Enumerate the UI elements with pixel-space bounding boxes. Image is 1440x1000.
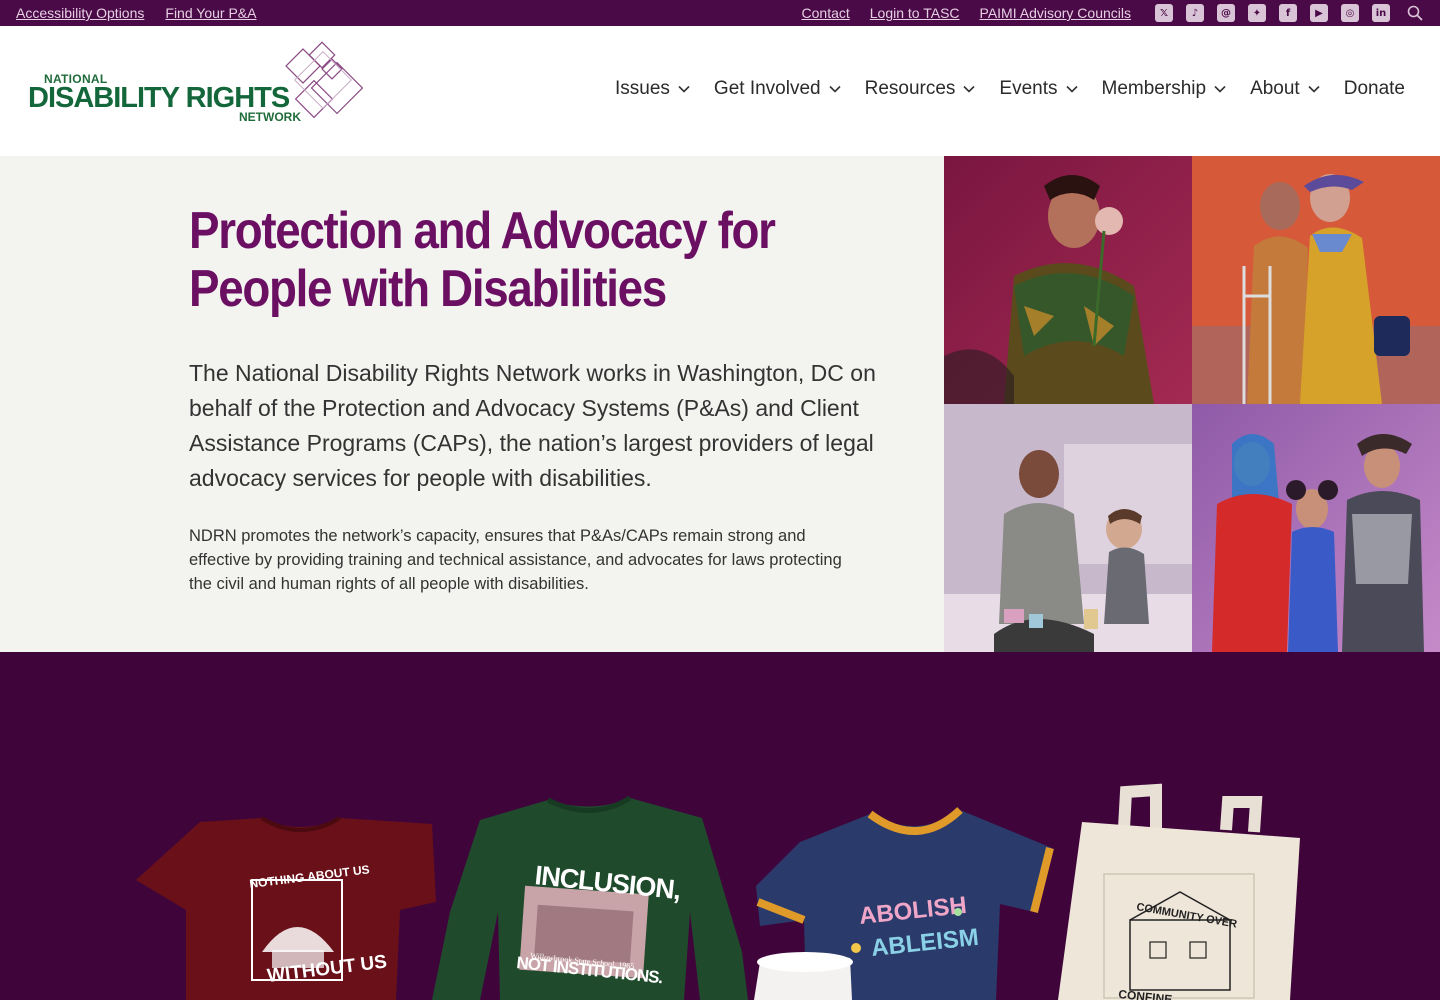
merch-tote-bag[interactable]: COMMUNITY OVER CONFINE: [1058, 783, 1300, 1000]
linkedin-icon[interactable]: in: [1372, 4, 1390, 22]
search-icon[interactable]: [1406, 4, 1424, 22]
paimi-councils-link[interactable]: PAIMI Advisory Councils: [980, 5, 1131, 21]
nav-donate[interactable]: Donate: [1344, 78, 1405, 100]
bluesky-icon[interactable]: ✦: [1248, 4, 1266, 22]
youtube-icon[interactable]: ▶: [1310, 4, 1328, 22]
hero-section: Protection and Advocacy for People with …: [0, 156, 1440, 652]
nav-get-involved[interactable]: Get Involved: [714, 78, 841, 100]
main-nav: Issues Get Involved Resources Events Mem…: [591, 78, 1405, 100]
nav-resources[interactable]: Resources: [865, 78, 976, 100]
chevron-down-icon: [829, 85, 841, 93]
nav-resources-label: Resources: [864, 78, 956, 99]
merch-mug[interactable]: [754, 952, 853, 1000]
ndrn-logo[interactable]: NATIONAL DISABILITY RIGHTS NETWORK: [28, 40, 378, 140]
nav-about-label: About: [1250, 78, 1300, 99]
photo-elderly-couple: [1192, 156, 1440, 404]
chevron-down-icon: [963, 85, 975, 93]
nav-membership[interactable]: Membership: [1102, 78, 1227, 100]
facebook-icon[interactable]: f: [1279, 4, 1297, 22]
find-your-pa-link[interactable]: Find Your P&A: [165, 5, 256, 21]
chevron-down-icon: [678, 85, 690, 93]
chevron-down-icon: [1214, 85, 1226, 93]
merch-section: NOTHING ABOUT US WITHOUT US INCLUSION, W…: [0, 652, 1440, 1000]
photo-three-friends: [1192, 404, 1440, 652]
hero-body-paragraph: NDRN promotes the network’s capacity, en…: [189, 527, 842, 593]
nav-get-involved-label: Get Involved: [713, 78, 821, 99]
utility-right-links: Contact Login to TASC PAIMI Advisory Cou…: [802, 4, 1424, 22]
chevron-down-icon: [1308, 85, 1320, 93]
hero-lead-paragraph: The National Disability Rights Network w…: [189, 360, 876, 491]
nav-about[interactable]: About: [1250, 78, 1320, 100]
photo-father-and-child: [944, 404, 1192, 652]
utility-bar: Accessibility Options Find Your P&A Cont…: [0, 0, 1440, 26]
logo-diamond-mark-icon: [285, 41, 364, 119]
nav-events-label: Events: [999, 78, 1058, 99]
login-tasc-link[interactable]: Login to TASC: [870, 5, 960, 21]
instagram-icon[interactable]: ◎: [1341, 4, 1359, 22]
accessibility-options-link[interactable]: Accessibility Options: [16, 5, 144, 21]
site-header: NATIONAL DISABILITY RIGHTS NETWORK Issue…: [0, 26, 1440, 156]
hero-title: Protection and Advocacy for People with …: [189, 202, 776, 318]
social-links: 𝕏 ♪ @ ✦ f ▶ ◎ in: [1155, 4, 1390, 22]
utility-left-links: Accessibility Options Find Your P&A: [16, 5, 277, 21]
tiktok-icon[interactable]: ♪: [1186, 4, 1204, 22]
merch-shirt-nothing-about-us[interactable]: NOTHING ABOUT US WITHOUT US: [136, 816, 436, 1000]
threads-icon[interactable]: @: [1217, 4, 1235, 22]
x-icon[interactable]: 𝕏: [1155, 4, 1173, 22]
merch-shirt-inclusion[interactable]: INCLUSION, Willowbrook State School, 196…: [432, 795, 748, 1000]
nav-events[interactable]: Events: [999, 78, 1078, 100]
photo-man-with-flowers: [944, 156, 1192, 404]
hero-photo-grid: [944, 156, 1440, 652]
nav-issues[interactable]: Issues: [615, 78, 690, 100]
nav-donate-label: Donate: [1343, 78, 1405, 99]
hero-text: Protection and Advocacy for People with …: [189, 202, 889, 596]
nav-issues-label: Issues: [615, 78, 670, 99]
chevron-down-icon: [1065, 85, 1078, 93]
nav-membership-label: Membership: [1101, 78, 1207, 99]
contact-link[interactable]: Contact: [802, 5, 850, 21]
